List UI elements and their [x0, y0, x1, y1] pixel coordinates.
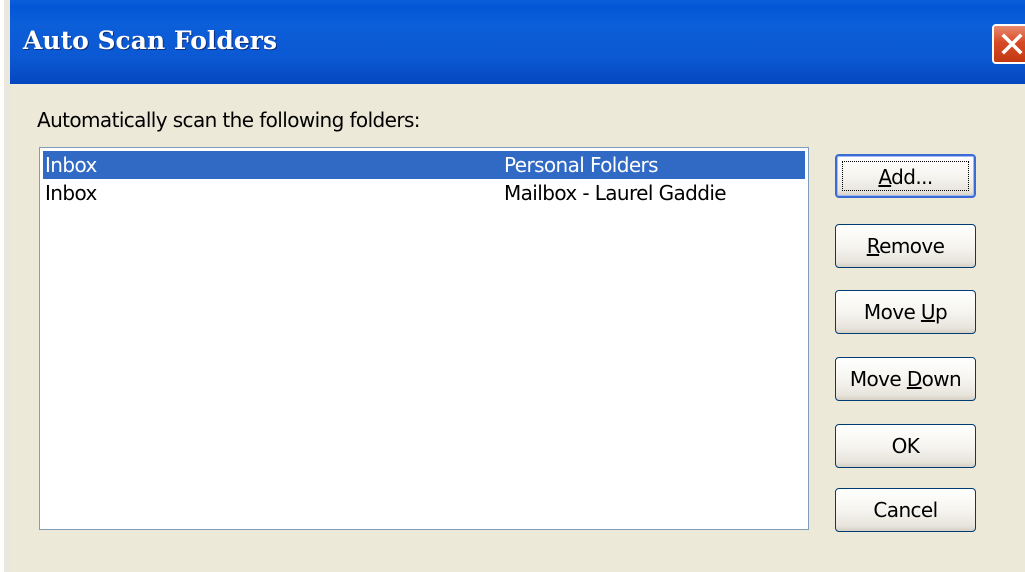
window-title: Auto Scan Folders — [23, 26, 278, 55]
folder-list-item[interactable]: Inbox Personal Folders — [43, 151, 805, 179]
cancel-button-label: Cancel — [873, 498, 938, 522]
folder-list-item[interactable]: Inbox Mailbox - Laurel Gaddie — [43, 179, 805, 207]
move-up-button[interactable]: Move Up — [835, 290, 976, 334]
remove-button-label: Remove — [866, 234, 945, 258]
close-button[interactable] — [992, 24, 1025, 64]
close-icon — [1001, 33, 1023, 55]
move-up-button-label: Move Up — [863, 300, 948, 324]
folder-name: Inbox — [45, 153, 97, 177]
dialog-body: Automatically scan the following folders… — [10, 84, 1025, 572]
auto-scan-folders-dialog: Auto Scan Folders Automatically scan the… — [0, 0, 1025, 572]
folder-store: Mailbox - Laurel Gaddie — [504, 181, 727, 205]
folder-store: Personal Folders — [504, 153, 659, 177]
add-button[interactable]: Add... — [835, 154, 976, 198]
move-down-button-label: Move Down — [849, 367, 962, 391]
instruction-label: Automatically scan the following folders… — [37, 108, 421, 132]
folder-list[interactable]: Inbox Personal Folders Inbox Mailbox - L… — [39, 147, 809, 530]
ok-button[interactable]: OK — [835, 424, 976, 468]
title-bar[interactable]: Auto Scan Folders — [10, 0, 1025, 84]
focus-rectangle — [842, 161, 969, 191]
remove-button[interactable]: Remove — [835, 224, 976, 268]
cancel-button[interactable]: Cancel — [835, 488, 976, 532]
window-frame-left — [0, 0, 10, 572]
move-down-button[interactable]: Move Down — [835, 357, 976, 401]
folder-name: Inbox — [45, 181, 97, 205]
ok-button-label: OK — [891, 434, 920, 458]
